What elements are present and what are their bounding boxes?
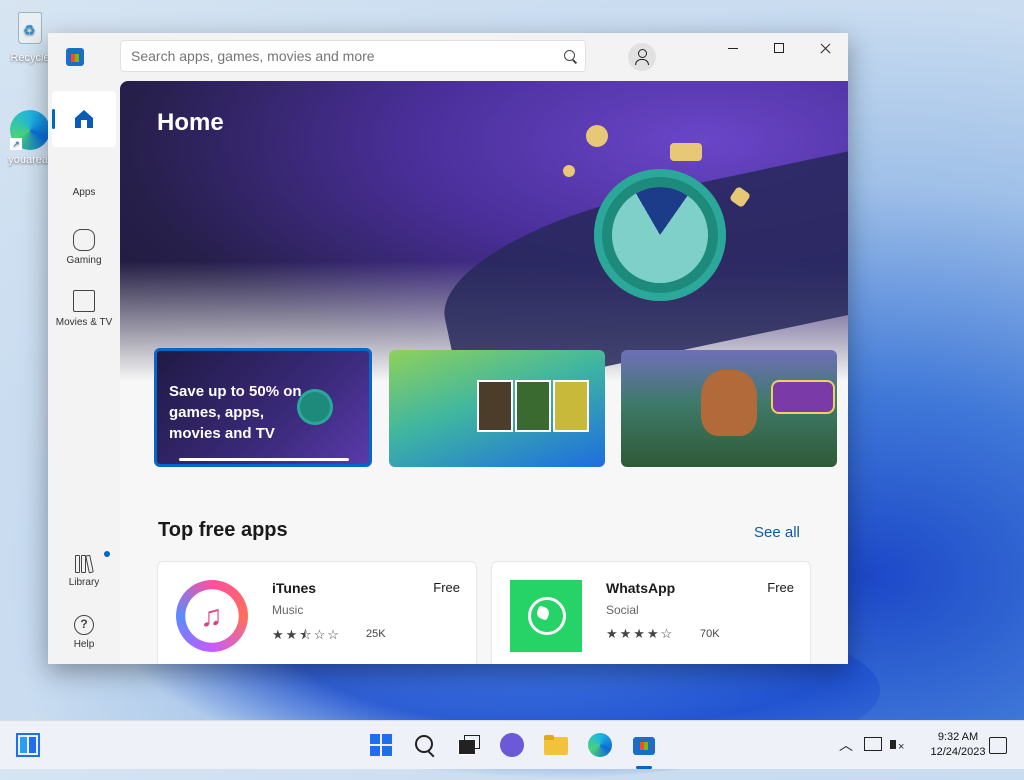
home-icon xyxy=(75,110,93,128)
nav-label: Gaming xyxy=(66,255,102,266)
active-indicator xyxy=(52,109,55,129)
edge-icon[interactable] xyxy=(588,733,612,757)
hero-banner: Home xyxy=(120,81,848,398)
whatsapp-icon xyxy=(510,580,582,652)
app-category: Music xyxy=(272,603,304,617)
minimize-button[interactable] xyxy=(710,33,756,65)
nav-item-gaming[interactable]: Gaming xyxy=(52,215,116,271)
recycle-bin-icon: ♻ xyxy=(10,8,50,48)
clock-time: 9:32 AM xyxy=(937,731,979,743)
search-icon[interactable] xyxy=(564,50,575,61)
chat-icon[interactable] xyxy=(500,733,524,757)
itunes-icon: ♫ xyxy=(176,580,248,652)
coin-decoration xyxy=(586,125,608,147)
clock-date: 12/24/2023 xyxy=(930,746,986,758)
nav-label: Movies & TV xyxy=(55,317,113,328)
account-avatar-button[interactable] xyxy=(628,43,656,71)
close-button[interactable] xyxy=(802,33,848,65)
hero-card-sale[interactable]: Save up to 50% on games, apps, movies an… xyxy=(154,348,372,467)
hero-card-mergest-kingdom[interactable] xyxy=(621,350,837,467)
widgets-icon[interactable] xyxy=(16,733,40,757)
griffin-illustration xyxy=(701,370,757,436)
app-price: Free xyxy=(767,580,794,595)
gaming-icon xyxy=(73,229,95,251)
nav-item-library[interactable]: Library xyxy=(52,543,116,599)
app-category: Social xyxy=(606,603,639,617)
star-rating: ★★⯪☆☆ xyxy=(272,627,341,642)
search-input[interactable] xyxy=(120,40,586,72)
movies-tv-icon xyxy=(73,290,95,312)
store-logo-icon xyxy=(66,48,84,66)
navigation-rail: Apps Gaming Movies & TV Library ? Help xyxy=(48,81,120,664)
game-thumbnail-roblox xyxy=(477,380,513,432)
store-window: Apps Gaming Movies & TV Library ? Help H… xyxy=(48,33,848,664)
stopwatch-thumbnail xyxy=(297,389,333,425)
nav-item-movies-tv[interactable]: Movies & TV xyxy=(52,277,116,333)
network-icon[interactable] xyxy=(862,733,886,757)
coin-decoration xyxy=(563,165,575,177)
game-thumbnail-minecraft xyxy=(515,380,551,432)
taskbar: ︿ × xyxy=(0,720,1024,769)
app-price: Free xyxy=(433,580,460,595)
start-button-icon[interactable] xyxy=(369,733,393,757)
nav-item-home[interactable] xyxy=(52,91,116,147)
title-bar xyxy=(48,33,848,81)
app-card-itunes[interactable]: ♫ iTunes Music Free ★★⯪☆☆ 25K xyxy=(157,561,477,664)
edge-shortcut-icon: ↗ xyxy=(10,110,50,150)
clock[interactable]: 9:32 AM 12/24/2023 xyxy=(918,730,998,760)
stopwatch-illustration xyxy=(594,169,726,301)
microsoft-store-icon[interactable] xyxy=(632,733,656,769)
task-view-icon[interactable] xyxy=(456,733,480,757)
help-icon: ? xyxy=(74,615,94,635)
apps-icon xyxy=(74,163,94,183)
page-title: Home xyxy=(157,109,224,136)
file-explorer-icon[interactable] xyxy=(544,733,568,757)
nav-label: Library xyxy=(68,577,100,588)
nav-label: Help xyxy=(73,639,95,650)
nav-item-apps[interactable]: Apps xyxy=(52,153,116,209)
carousel-progress xyxy=(179,458,349,461)
maximize-button[interactable] xyxy=(756,33,802,65)
see-all-link[interactable]: See all xyxy=(754,524,800,541)
rating-count: 25K xyxy=(366,628,386,640)
hero-card-text: Save up to 50% on games, apps, movies an… xyxy=(169,383,302,442)
search-icon[interactable] xyxy=(413,733,437,758)
game-thumbnail xyxy=(553,380,589,432)
library-icon xyxy=(74,553,94,574)
star-rating: ★★★★☆ xyxy=(606,626,675,641)
section-title: Top free apps xyxy=(158,519,288,541)
volume-muted-icon[interactable]: × xyxy=(888,733,912,757)
hero-card-games[interactable] xyxy=(389,350,605,467)
show-hidden-icons-chevron-icon[interactable]: ︿ xyxy=(834,733,858,757)
stopwatch-button-decoration xyxy=(670,143,702,161)
mergest-kingdom-logo xyxy=(771,380,835,414)
rating-count: 70K xyxy=(700,628,720,640)
app-card-whatsapp[interactable]: WhatsApp Social Free ★★★★☆ 70K xyxy=(491,561,811,664)
notification-badge xyxy=(104,551,110,557)
main-content: Home Save up to 50% on games, apps, movi… xyxy=(120,81,848,664)
nav-label: Apps xyxy=(72,187,96,198)
nav-item-help[interactable]: ? Help xyxy=(52,605,116,661)
app-name: iTunes xyxy=(272,580,317,596)
app-name: WhatsApp xyxy=(606,580,676,596)
